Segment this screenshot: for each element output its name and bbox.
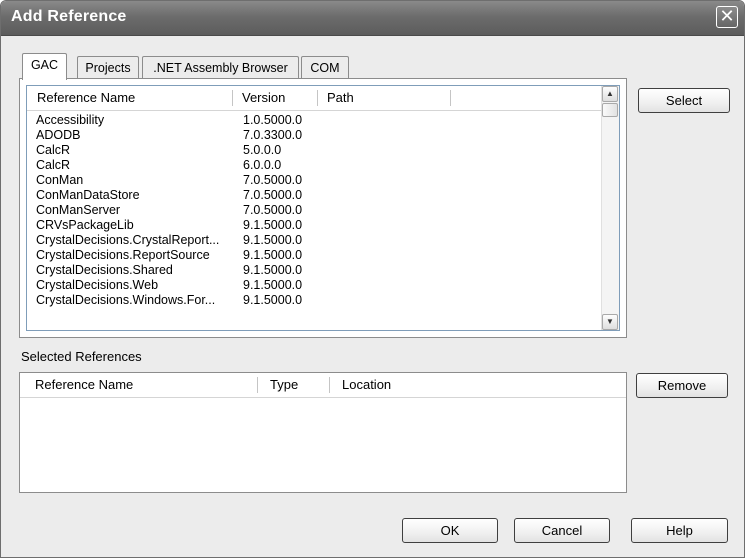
- scroll-up-icon: ▲: [606, 89, 614, 98]
- scroll-up-button[interactable]: ▲: [602, 86, 618, 102]
- help-button[interactable]: Help: [631, 518, 728, 543]
- column-header-version[interactable]: Version: [232, 86, 322, 110]
- gac-list-scrollbar[interactable]: ▲ ▼: [601, 86, 619, 330]
- add-reference-dialog: Add Reference ✕ GAC Projects .NET Assemb…: [0, 0, 745, 558]
- tab-net-assembly-browser[interactable]: .NET Assembly Browser: [142, 56, 299, 80]
- column-divider[interactable]: [257, 377, 258, 393]
- ok-button[interactable]: OK: [402, 518, 498, 543]
- column-header-reference-name[interactable]: Reference Name: [27, 86, 232, 110]
- title-bar[interactable]: Add Reference ✕: [1, 1, 744, 36]
- gac-reference-list[interactable]: Reference Name Version Path Accessibilit…: [26, 85, 620, 331]
- selected-list-header: Reference Name Type Location: [20, 373, 626, 398]
- gac-list-header: Reference Name Version Path: [27, 86, 619, 111]
- scrollbar-thumb[interactable]: [602, 103, 618, 117]
- tab-projects[interactable]: Projects: [77, 56, 139, 80]
- column-header-reference-name[interactable]: Reference Name: [25, 373, 255, 397]
- select-button[interactable]: Select: [638, 88, 730, 113]
- close-icon: ✕: [719, 6, 735, 26]
- dialog-title: Add Reference: [11, 8, 127, 25]
- tab-panel-gac: Reference Name Version Path Accessibilit…: [19, 78, 627, 338]
- selected-references-list[interactable]: Reference Name Type Location: [19, 372, 627, 493]
- remove-button[interactable]: Remove: [636, 373, 728, 398]
- selected-references-label: Selected References: [21, 349, 142, 364]
- column-divider[interactable]: [329, 377, 330, 393]
- cancel-button[interactable]: Cancel: [514, 518, 610, 543]
- close-button[interactable]: ✕: [716, 6, 738, 28]
- column-divider[interactable]: [450, 90, 451, 106]
- scroll-down-button[interactable]: ▼: [602, 314, 618, 330]
- tab-gac[interactable]: GAC: [22, 53, 67, 80]
- column-header-location[interactable]: Location: [332, 373, 532, 397]
- tab-com[interactable]: COM: [301, 56, 349, 80]
- scroll-down-icon: ▼: [606, 317, 614, 326]
- column-header-path[interactable]: Path: [317, 86, 452, 110]
- column-header-type[interactable]: Type: [260, 373, 330, 397]
